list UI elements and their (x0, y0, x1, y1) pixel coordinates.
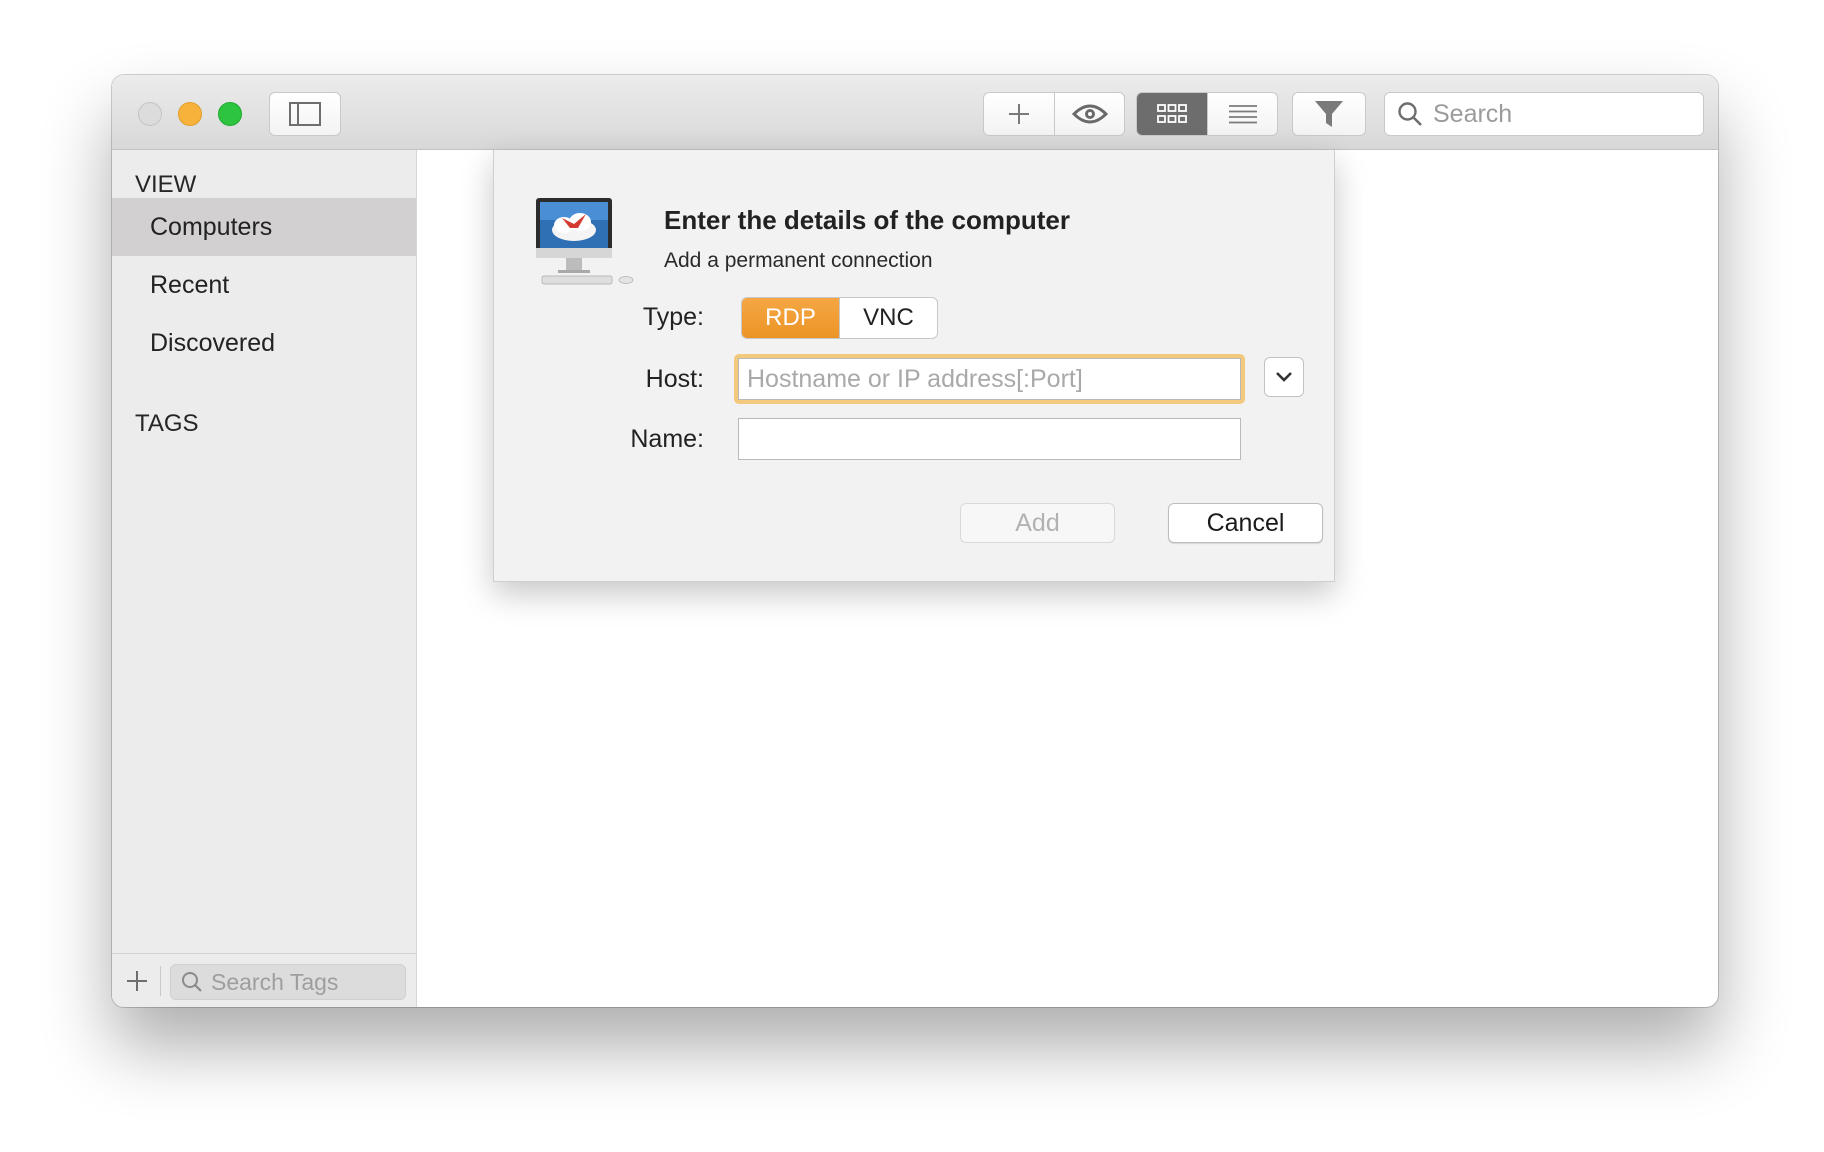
type-option-vnc[interactable]: VNC (839, 298, 937, 338)
cancel-button[interactable]: Cancel (1168, 503, 1323, 543)
host-label: Host: (645, 365, 704, 393)
add-tag-button[interactable] (122, 966, 152, 996)
computer-app-icon (536, 198, 634, 285)
search-input[interactable] (1433, 99, 1683, 129)
grid-icon (1157, 104, 1187, 123)
name-input[interactable] (739, 419, 1240, 459)
sidebar-item-discovered[interactable]: Discovered (112, 314, 416, 372)
search-icon (1398, 102, 1422, 126)
close-window-button[interactable] (138, 102, 162, 126)
tags-section-title: TAGS (135, 410, 199, 437)
dialog-title: Enter the details of the computer (664, 205, 1070, 235)
sidebar-footer (112, 953, 416, 1007)
add-computer-sheet: Enter the details of the computer Add a … (493, 150, 1335, 582)
host-field-focus-ring (734, 354, 1245, 404)
eye-icon (1071, 104, 1108, 124)
layout-toggle-group (1136, 92, 1278, 136)
search-icon (182, 972, 202, 992)
chevron-down-icon (1276, 372, 1292, 382)
view-section-title: VIEW (135, 171, 197, 198)
grid-view-button[interactable] (1137, 93, 1207, 135)
type-option-rdp[interactable]: RDP (742, 298, 839, 338)
sidebar-item-recent[interactable]: Recent (112, 256, 416, 314)
filter-icon (1315, 101, 1343, 127)
sidebar: VIEW Computers Recent Discovered TAGS (112, 150, 417, 1007)
preview-button[interactable] (1054, 93, 1124, 135)
add-computer-button[interactable] (984, 93, 1054, 135)
sidebar-item-computers[interactable]: Computers (112, 198, 416, 256)
sidebar-toggle-button[interactable] (269, 92, 341, 136)
filter-button[interactable] (1292, 92, 1366, 136)
name-field (738, 418, 1241, 460)
plus-icon (127, 971, 147, 991)
type-label: Type: (642, 303, 704, 331)
search-tags-field[interactable] (170, 964, 406, 1000)
footer-divider (160, 966, 161, 996)
search-tags-input[interactable] (211, 968, 401, 996)
sidebar-item-label: Discovered (150, 328, 276, 357)
plus-icon (1009, 104, 1029, 124)
dialog-subtitle: Add a permanent connection (664, 249, 933, 272)
search-field[interactable] (1384, 92, 1704, 136)
host-input[interactable] (738, 358, 1241, 400)
type-segmented-control: RDP VNC (741, 297, 938, 339)
sidebar-item-label: Recent (150, 270, 230, 299)
host-history-dropdown[interactable] (1264, 357, 1304, 397)
sidebar-item-label: Computers (150, 212, 273, 241)
name-label: Name: (630, 425, 704, 453)
list-icon (1228, 105, 1257, 124)
add-button[interactable]: Add (960, 503, 1115, 543)
add-preview-group (983, 92, 1125, 136)
app-window: VIEW Computers Recent Discovered TAGS (112, 75, 1718, 1007)
minimize-window-button[interactable] (178, 102, 202, 126)
list-view-button[interactable] (1207, 93, 1277, 135)
zoom-window-button[interactable] (218, 102, 242, 126)
toolbar (112, 75, 1718, 150)
sidebar-toggle-icon (289, 102, 321, 126)
